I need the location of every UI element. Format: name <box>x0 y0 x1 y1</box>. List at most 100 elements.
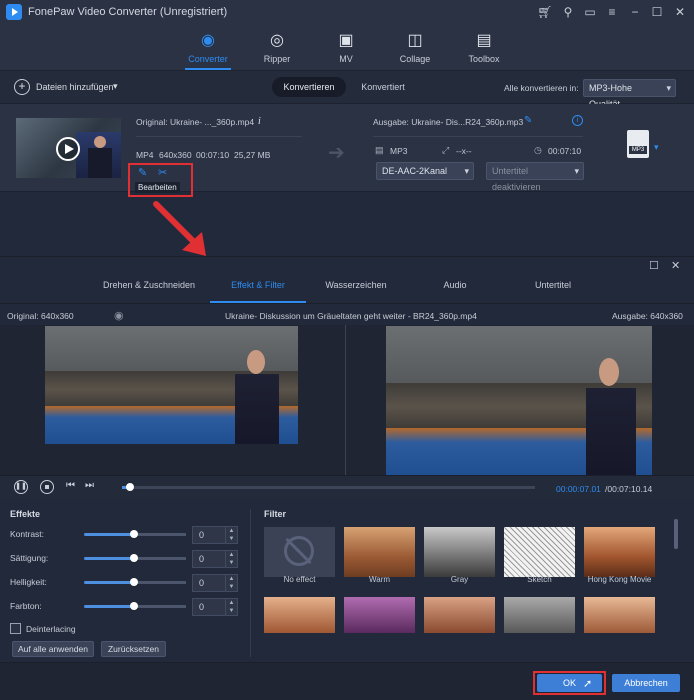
info-icon[interactable]: i <box>258 116 261 127</box>
rename-icon[interactable]: ✎ <box>524 115 532 126</box>
tab-audio[interactable]: Audio <box>420 267 490 303</box>
nav-mv[interactable]: ▣ MV <box>311 24 381 70</box>
effect-slider-track[interactable] <box>134 557 186 560</box>
reset-button[interactable]: Zurücksetzen <box>101 641 166 657</box>
clock-icon: ◷ <box>534 145 542 155</box>
cut-icon[interactable]: ✂ <box>158 166 167 179</box>
effect-value: 0 <box>199 578 205 588</box>
filter-option[interactable] <box>424 597 495 633</box>
nav-ripper[interactable]: ◎ Ripper <box>242 24 312 70</box>
output-info-icon[interactable]: i <box>572 115 583 126</box>
next-icon[interactable]: ⏭︎ <box>85 480 94 491</box>
previous-icon[interactable]: ⏮︎ <box>66 480 75 491</box>
cancel-button[interactable]: Abbrechen <box>612 674 680 692</box>
effect-slider-track[interactable] <box>134 605 186 608</box>
subtitle-select[interactable]: Untertitel deaktivieren <box>486 162 584 192</box>
nav-toolbox[interactable]: ▤ Toolbox <box>449 24 519 70</box>
effect-slider-knob[interactable] <box>130 530 138 538</box>
effect-value-stepper[interactable]: 0 ▲ ▼ <box>192 574 238 592</box>
filter-hong-kong-movie[interactable] <box>584 527 655 577</box>
filter-no-effect[interactable] <box>264 527 335 577</box>
effect-slider-knob[interactable] <box>130 602 138 610</box>
format-dropdown-icon[interactable]: ▾ <box>654 142 659 153</box>
effect-slider-track[interactable] <box>134 533 186 536</box>
mp3-format-icon[interactable]: MP3 <box>627 130 649 158</box>
menu-icon[interactable]: ≡ <box>604 4 620 20</box>
time-current: 00:00:07.01 <box>556 484 601 494</box>
filter-warm[interactable] <box>344 527 415 577</box>
effect-slider-fill <box>84 605 134 608</box>
stepper-arrows-icon[interactable]: ▲ ▼ <box>225 551 237 567</box>
effect-label: Helligkeit: <box>10 577 47 587</box>
effect-value: 0 <box>199 530 205 540</box>
video-thumbnail[interactable] <box>16 118 121 178</box>
filter-option[interactable] <box>584 597 655 633</box>
tab-convert[interactable]: Konvertieren <box>272 77 346 97</box>
stepper-arrows-icon[interactable]: ▲ ▼ <box>225 599 237 615</box>
editor-tabs: Drehen & Zuschneiden Effekt & Filter Was… <box>0 267 694 303</box>
effect-slider-track[interactable] <box>134 581 186 584</box>
cart-icon[interactable]: 🛒︎ <box>537 4 553 20</box>
effect-value-stepper[interactable]: 0 ▲ ▼ <box>192 598 238 616</box>
audio-track-select[interactable]: DE-AAC-2Kanal <box>376 162 474 180</box>
ok-button[interactable]: OK <box>537 674 602 692</box>
play-icon[interactable] <box>56 137 80 161</box>
mv-icon: ▣ <box>338 32 354 49</box>
minimize-icon[interactable]: − <box>627 4 643 20</box>
effect-slider-fill <box>84 533 134 536</box>
filter-gray[interactable] <box>424 527 495 577</box>
effect-slider-knob[interactable] <box>130 578 138 586</box>
effect-value-stepper[interactable]: 0 ▲ ▼ <box>192 526 238 544</box>
stepper-arrows-icon[interactable]: ▲ ▼ <box>225 575 237 591</box>
stepper-arrows-icon[interactable]: ▲ ▼ <box>225 527 237 543</box>
apply-all-button[interactable]: Auf alle anwenden <box>12 641 94 657</box>
filter-option[interactable] <box>264 597 335 633</box>
key-icon[interactable]: ⚲ <box>560 4 576 20</box>
effect-label: Sättigung: <box>10 553 49 563</box>
effect-slider-knob[interactable] <box>130 554 138 562</box>
collage-icon: ◫ <box>407 32 423 49</box>
close-icon[interactable]: ✕ <box>672 4 688 20</box>
add-icon[interactable]: + <box>14 79 30 95</box>
add-files-dropdown-icon[interactable]: ▾ <box>113 81 118 92</box>
deinterlacing-checkbox[interactable] <box>10 623 21 634</box>
output-resolution: --x-- <box>456 146 472 156</box>
effect-value-stepper[interactable]: 0 ▲ ▼ <box>192 550 238 568</box>
tab-converted[interactable]: Konvertiert <box>352 77 414 97</box>
filter-label: Warm <box>368 575 391 584</box>
filter-scrollbar[interactable] <box>674 519 678 549</box>
output-filename: Ausgabe: Ukraine- Dis...R24_360p.mp3 <box>373 117 524 127</box>
filter-option[interactable] <box>504 597 575 633</box>
output-preview <box>386 326 652 476</box>
tab-rotate-crop[interactable]: Drehen & Zuschneiden <box>100 267 198 303</box>
filter-sketch[interactable] <box>504 527 575 577</box>
nav-collage[interactable]: ◫ Collage <box>380 24 450 70</box>
toolbox-icon: ▤ <box>476 32 492 49</box>
tab-watermark[interactable]: Wasserzeichen <box>316 267 396 303</box>
filter-option[interactable] <box>344 597 415 633</box>
feedback-icon[interactable]: ▭ <box>582 4 598 20</box>
cursor-icon: ➚ <box>583 678 593 690</box>
convert-all-select[interactable]: MP3-Hohe Qualität <box>583 79 676 109</box>
convert-arrow-icon: ➔ <box>328 142 345 164</box>
output-resolution-label: Ausgabe: 640x360 <box>612 311 683 321</box>
editor-panel: ☐ ✕ Drehen & Zuschneiden Effekt & Filter… <box>0 256 694 700</box>
edit-icon[interactable]: ✎ <box>138 166 147 179</box>
progress-track[interactable] <box>122 486 535 489</box>
eye-icon[interactable]: ◉ <box>114 309 124 322</box>
source-size: 25,27 MB <box>234 150 271 160</box>
pause-icon[interactable]: ❚❚ <box>14 480 28 494</box>
source-resolution: 640x360 <box>159 150 192 160</box>
ripper-icon: ◎ <box>270 32 284 49</box>
tab-effect-filter[interactable]: Effekt & Filter <box>210 267 306 303</box>
output-duration: 00:07:10 <box>548 146 582 156</box>
effect-value: 0 <box>199 602 205 612</box>
converter-icon: ◉ <box>201 32 215 49</box>
maximize-icon[interactable]: ☐ <box>649 4 665 20</box>
nav-converter[interactable]: ◉ Converter <box>173 24 243 70</box>
tab-subtitle[interactable]: Untertitel <box>518 267 588 303</box>
stop-icon[interactable] <box>40 480 54 494</box>
effect-label: Farbton: <box>10 601 42 611</box>
add-files-button[interactable]: Dateien hinzufügen <box>36 82 114 92</box>
filter-label: Gray <box>450 575 469 584</box>
